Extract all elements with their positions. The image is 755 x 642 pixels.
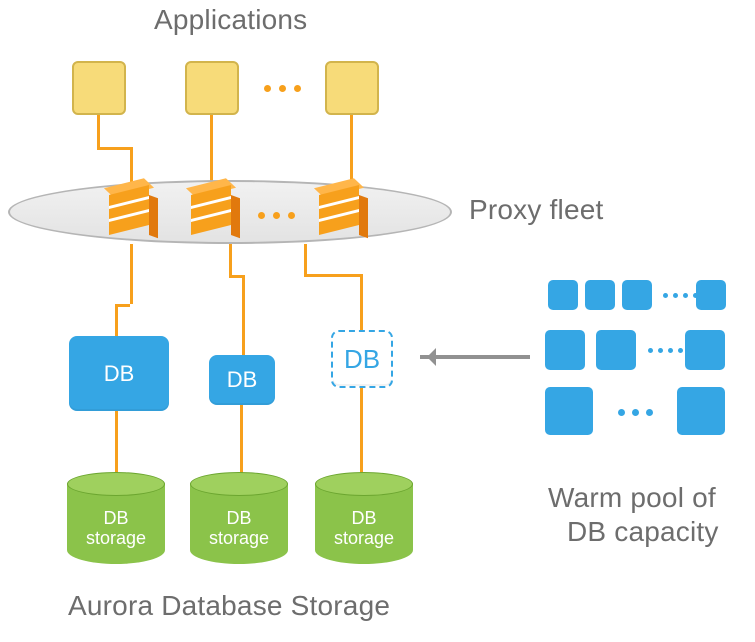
connector [304, 244, 307, 274]
application-box [325, 61, 379, 115]
connector [360, 388, 363, 476]
storage-label: DB [351, 508, 376, 528]
connector [229, 244, 232, 275]
server-icon [109, 195, 149, 235]
db-large: DB [69, 336, 169, 411]
connector [210, 115, 213, 184]
connector [242, 275, 245, 355]
warm-pool-label: Warm pool of [548, 482, 716, 514]
capacity-unit [685, 330, 725, 370]
storage-label: storage [334, 528, 394, 548]
capacity-unit [622, 280, 652, 310]
arrow-left-icon [420, 355, 530, 359]
capacity-unit [545, 387, 593, 435]
capacity-unit [677, 387, 725, 435]
ellipsis-icon [648, 348, 683, 353]
storage-cylinder: DBstorage [67, 472, 165, 564]
capacity-unit [596, 330, 636, 370]
storage-label: DB [103, 508, 128, 528]
db-label: DB [344, 344, 380, 375]
server-icon [191, 195, 231, 235]
db-label: DB [227, 367, 258, 393]
connector [115, 411, 118, 476]
connector [115, 304, 118, 336]
connector [304, 274, 362, 277]
db-label: DB [104, 361, 135, 387]
warm-pool-label: DB capacity [567, 516, 719, 548]
aurora-storage-label: Aurora Database Storage [68, 590, 390, 622]
db-medium: DB [209, 355, 275, 405]
applications-title: Applications [154, 4, 307, 36]
capacity-unit [585, 280, 615, 310]
storage-label: storage [86, 528, 146, 548]
connector [97, 115, 100, 147]
connector [97, 147, 132, 150]
connector [130, 244, 133, 304]
application-box [185, 61, 239, 115]
connector [360, 274, 363, 332]
warm-pool [545, 275, 745, 440]
ellipsis-icon [258, 212, 295, 219]
application-box [72, 61, 126, 115]
ellipsis-icon [618, 409, 653, 416]
storage-cylinder: DBstorage [190, 472, 288, 564]
storage-label: DB [226, 508, 251, 528]
db-dashed: DB [331, 330, 393, 388]
storage-label: storage [209, 528, 269, 548]
capacity-unit [545, 330, 585, 370]
proxy-fleet-label: Proxy fleet [469, 194, 603, 226]
connector [240, 405, 243, 476]
ellipsis-icon [264, 85, 301, 92]
capacity-unit [696, 280, 726, 310]
storage-cylinder: DBstorage [315, 472, 413, 564]
connector [350, 115, 353, 184]
server-icon [319, 195, 359, 235]
capacity-unit [548, 280, 578, 310]
ellipsis-icon [663, 293, 698, 298]
